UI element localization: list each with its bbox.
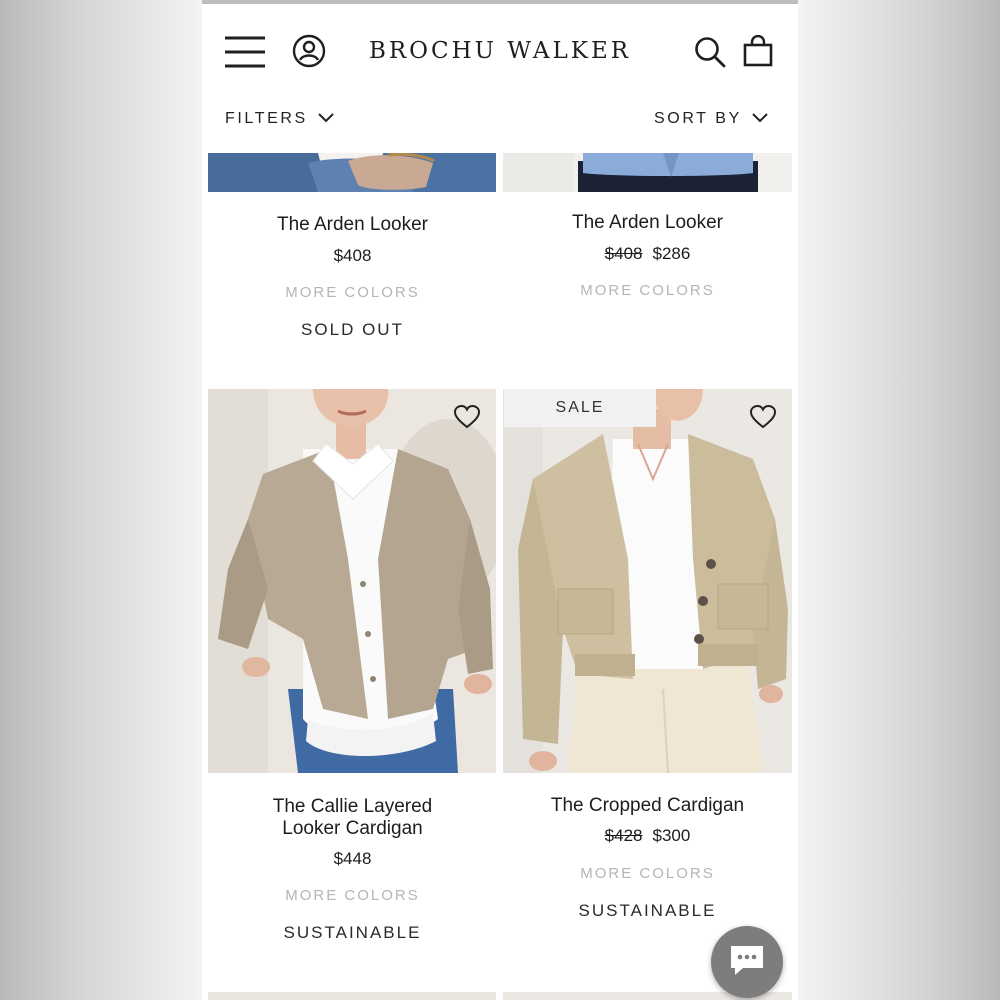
chat-button[interactable]	[711, 926, 783, 998]
product-price: $408 $286	[503, 244, 792, 264]
sustainable-tag: SUSTAINABLE	[578, 901, 717, 920]
chevron-down-icon	[318, 110, 334, 128]
search-icon[interactable]	[694, 36, 726, 68]
price-original: $428	[604, 826, 643, 845]
shopping-bag-icon[interactable]	[743, 35, 773, 67]
product-title-line: Looker Cardigan	[282, 818, 423, 839]
product-image-arden-looker-sale[interactable]	[503, 153, 792, 192]
site-header: BROCHU WALKER	[202, 4, 798, 100]
product-title[interactable]: The Callie Layered Looker Cardigan	[208, 796, 497, 840]
price-current: $408	[333, 246, 372, 265]
product-title[interactable]: The Arden Looker	[208, 214, 497, 236]
sort-by-label: SORT BY	[654, 110, 742, 127]
sort-by-button[interactable]: SORT BY	[654, 110, 768, 128]
product-price: $428 $300	[503, 826, 792, 846]
product-price: $448	[208, 849, 497, 869]
more-colors-link[interactable]: MORE COLORS	[208, 887, 497, 904]
more-colors-link[interactable]: MORE COLORS	[503, 282, 792, 299]
chat-bubble-icon	[727, 942, 767, 983]
product-image-next[interactable]	[208, 992, 496, 1000]
chevron-down-icon	[752, 110, 768, 128]
heart-icon[interactable]	[453, 404, 481, 434]
phone-screen: BROCHU WALKER FILTERS SORT BY The Arden …	[202, 0, 798, 1000]
user-account-icon[interactable]	[292, 34, 326, 68]
price-current: $448	[333, 849, 372, 868]
more-colors-link[interactable]: MORE COLORS	[208, 284, 497, 301]
product-image-arden-looker[interactable]	[208, 153, 496, 192]
product-title[interactable]: The Cropped Cardigan	[503, 795, 792, 817]
product-title-line: The Callie Layered	[272, 796, 433, 817]
more-colors-link[interactable]: MORE COLORS	[503, 865, 792, 882]
sale-badge: SALE	[504, 389, 656, 427]
price-original: $408	[604, 244, 643, 263]
hamburger-menu-icon[interactable]	[224, 35, 266, 69]
sustainable-tag: SUSTAINABLE	[283, 923, 422, 942]
heart-icon[interactable]	[749, 404, 777, 434]
filters-label: FILTERS	[225, 110, 308, 127]
filters-button[interactable]: FILTERS	[225, 110, 334, 128]
brand-logo[interactable]: BROCHU WALKER	[362, 38, 638, 64]
sold-out-label: SOLD OUT	[301, 320, 404, 339]
product-image-callie-cardigan[interactable]	[208, 389, 496, 773]
product-image-cropped-cardigan[interactable]	[503, 389, 792, 773]
price-sale: $300	[652, 826, 691, 845]
product-title[interactable]: The Arden Looker	[503, 212, 792, 234]
price-sale: $286	[652, 244, 691, 263]
product-price: $408	[208, 246, 497, 266]
